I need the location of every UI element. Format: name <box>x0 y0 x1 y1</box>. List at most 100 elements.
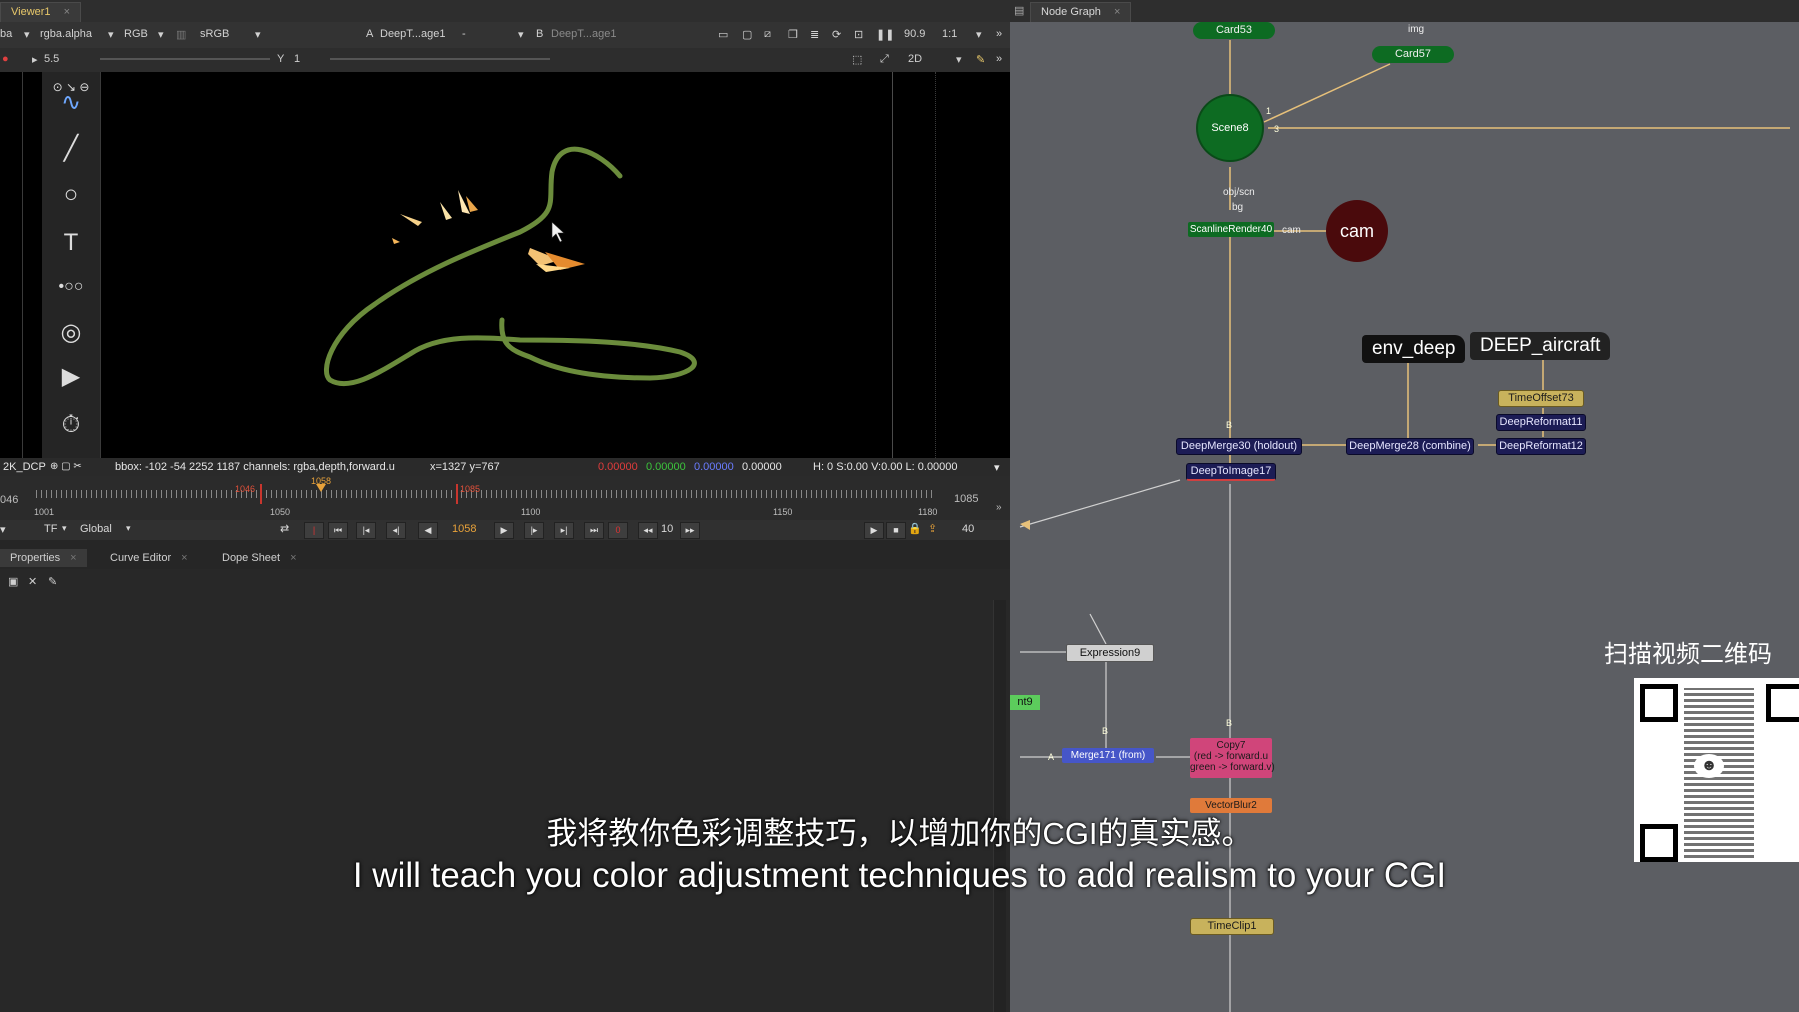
tab-viewer1-close-icon[interactable]: × <box>64 6 70 18</box>
lock-icon[interactable]: 🔒 <box>908 522 922 535</box>
tab-node-graph-close-icon[interactable]: × <box>1114 6 1120 18</box>
close-icon[interactable]: × <box>181 552 187 564</box>
node-timeclip[interactable]: TimeClip1 <box>1190 918 1274 935</box>
timeline-end-frame[interactable]: 1085 <box>954 493 978 505</box>
wipe-icon[interactable]: ⧄ <box>764 28 771 41</box>
stop-icon[interactable]: | <box>304 522 324 539</box>
lines-icon[interactable]: ≣ <box>810 28 819 41</box>
tab-node-graph[interactable]: Node Graph × <box>1030 2 1132 22</box>
channel-dropdown[interactable]: rgba.alpha <box>40 28 92 40</box>
circle-icon[interactable]: ○ <box>56 180 86 210</box>
overlay-icon[interactable]: ❐ <box>788 28 798 41</box>
export-icon[interactable]: ⇪ <box>928 522 937 535</box>
in-point-marker[interactable] <box>260 484 262 504</box>
chevron-down-icon[interactable]: ▾ <box>994 461 1000 474</box>
tab-curve-editor[interactable]: Curve Editor × <box>100 549 198 567</box>
chevron-down-icon[interactable]: ▾ <box>24 28 30 41</box>
gain-value[interactable]: 5.5 <box>44 53 59 65</box>
chevron-down-icon[interactable]: ▾ <box>518 28 524 41</box>
node-merge171[interactable]: Merge171 (from) <box>1062 748 1154 763</box>
zoom-ratio-dropdown[interactable]: 1:1 <box>942 28 957 40</box>
frame-step-field[interactable]: 10 <box>661 523 673 535</box>
gamma-y-value[interactable]: 1 <box>294 53 300 65</box>
backdrop-env-deep[interactable]: env_deep <box>1362 335 1466 363</box>
zoom-percent[interactable]: 90.9 <box>904 28 925 40</box>
node-card53[interactable]: Card53 <box>1193 22 1275 39</box>
axis-icon[interactable]: ⤢ <box>880 53 889 66</box>
fps-field[interactable]: 40 <box>962 523 974 535</box>
step-back-icon[interactable]: ◂| <box>386 522 406 539</box>
next-keyframe-icon[interactable]: ▸| <box>554 522 574 539</box>
close-icon[interactable]: × <box>290 552 296 564</box>
node-card57[interactable]: Card57 <box>1372 46 1454 63</box>
proxy-icon[interactable]: ▥ <box>176 28 186 41</box>
properties-scrollbar[interactable] <box>993 600 1006 1012</box>
info-icons[interactable]: ⊕ ▢ ✂ <box>50 461 82 472</box>
play-forward-icon[interactable]: ▶ <box>494 522 514 539</box>
cache-icon[interactable]: ■ <box>886 522 906 539</box>
close-all-icon[interactable]: ✕ <box>28 575 37 588</box>
layer-dropdown[interactable]: ba <box>0 28 12 40</box>
out-point-marker[interactable] <box>456 484 458 504</box>
node-deepreformat11[interactable]: DeepReformat11 <box>1496 414 1586 431</box>
play-circle-icon[interactable]: ▶ <box>56 362 86 392</box>
chevron-down-icon[interactable]: » <box>996 502 1002 513</box>
last-frame-icon[interactable]: ⏭ <box>584 522 604 539</box>
tab-properties[interactable]: Properties × <box>0 549 87 567</box>
chevron-down-icon[interactable]: ▾ <box>108 28 114 41</box>
backdrop-deep-aircraft[interactable]: DEEP_aircraft <box>1470 332 1611 360</box>
node-scene8[interactable]: Scene8 <box>1198 96 1262 160</box>
input-a-operation[interactable]: - <box>462 28 466 40</box>
line-icon[interactable]: ╱ <box>56 134 86 164</box>
more-icon[interactable]: » <box>996 53 1002 65</box>
chevron-down-icon[interactable]: ▾ <box>62 523 67 534</box>
stopwatch-icon[interactable]: ⏱ <box>56 410 86 440</box>
roi-icon[interactable]: ▭ <box>718 28 728 41</box>
node-deepreformat12[interactable]: DeepReformat12 <box>1496 438 1586 455</box>
guides-icon[interactable]: ▢ <box>742 28 752 41</box>
pause-icon[interactable]: ❚❚ <box>876 28 894 41</box>
skip-back-icon[interactable]: ◂◂ <box>638 522 658 539</box>
more-icon[interactable]: » <box>996 28 1002 40</box>
timeline-bar[interactable]: 046 1001 1050 1100 1150 1180 1046 1058 1… <box>0 476 1010 520</box>
chevron-down-icon[interactable]: ▾ <box>0 523 6 536</box>
lut-dropdown[interactable]: sRGB <box>200 28 229 40</box>
gamma-slider[interactable] <box>330 58 550 60</box>
current-frame-field[interactable]: 1058 <box>452 523 476 535</box>
node-timeoffset[interactable]: TimeOffset73 <box>1498 390 1584 407</box>
text-icon[interactable]: T <box>56 228 86 258</box>
node-deepmerge28[interactable]: DeepMerge28 (combine) <box>1346 438 1474 455</box>
play-small-icon[interactable]: ▸ <box>32 53 38 66</box>
range-scope-dropdown[interactable]: Global <box>80 523 112 535</box>
clone-icon[interactable]: •○○ <box>56 272 86 302</box>
first-frame-icon[interactable]: ⏮ <box>328 522 348 539</box>
input-a-dropdown[interactable]: DeepT...age1 <box>380 28 445 40</box>
record-icon[interactable]: ● <box>2 53 9 65</box>
time-format-dropdown[interactable]: TF <box>44 523 57 535</box>
node-cam[interactable]: cam <box>1326 200 1388 262</box>
node-deepmerge30[interactable]: DeepMerge30 (holdout) <box>1176 438 1302 455</box>
skip-forward-icon[interactable]: ▸▸ <box>680 522 700 539</box>
play-backward-icon[interactable]: ◀ <box>418 522 438 539</box>
roi-toggle-icon[interactable]: ⬚ <box>852 53 862 66</box>
node-copy7[interactable]: Copy7 (red -> forward.u green -> forward… <box>1190 738 1275 778</box>
input-b-dropdown[interactable]: DeepT...age1 <box>551 28 616 40</box>
loop-icon[interactable]: ⇄ <box>280 522 289 535</box>
colorspace-dropdown[interactable]: RGB <box>124 28 148 40</box>
panel-menu-icon[interactable]: ▤ <box>1014 4 1024 17</box>
lock-icon[interactable]: ▣ <box>8 575 18 588</box>
edit-icon[interactable]: ✎ <box>48 575 57 588</box>
close-icon[interactable]: × <box>70 552 76 564</box>
tab-dope-sheet[interactable]: Dope Sheet × <box>212 549 307 567</box>
viewer-canvas[interactable] <box>0 72 1010 458</box>
stop-red-icon[interactable]: 0 <box>608 522 628 539</box>
view-mode-dropdown[interactable]: 2D <box>908 53 922 65</box>
prev-keyframe-icon[interactable]: |◂ <box>356 522 376 539</box>
chevron-down-icon[interactable]: ▾ <box>956 53 962 66</box>
tab-viewer1[interactable]: Viewer1 × <box>0 2 82 22</box>
chevron-down-icon[interactable]: ▾ <box>126 523 131 534</box>
playback-mode-icon[interactable]: ▶ <box>864 522 884 539</box>
chevron-down-icon[interactable]: ▾ <box>976 28 982 41</box>
color-wheel-icon[interactable]: ◎ <box>56 318 86 348</box>
step-forward-icon[interactable]: |▸ <box>524 522 544 539</box>
